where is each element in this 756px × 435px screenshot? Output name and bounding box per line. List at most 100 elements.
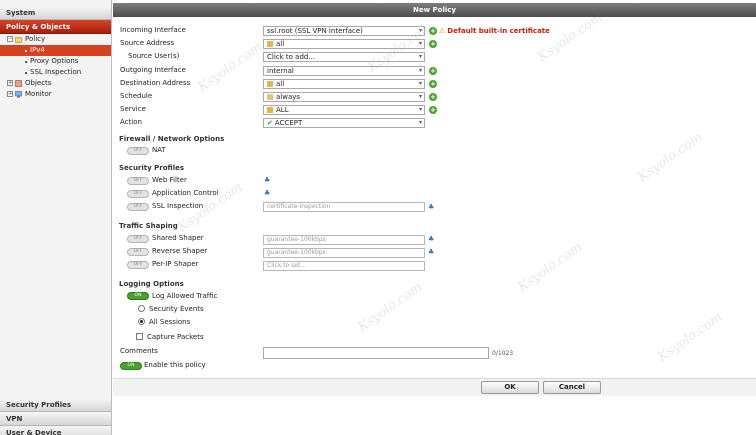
nav-security-profiles[interactable]: Security Profiles [0,398,111,412]
logging-section-title: Logging Options [119,280,184,288]
source-address-select[interactable]: all ▾ [263,39,425,49]
enable-policy-label: Enable this policy [144,361,206,369]
select-value: all [276,80,285,88]
select-value: all [276,40,285,48]
profile-icon: ♣ [264,189,271,197]
tree-item-proxy-options[interactable]: Proxy Options [0,56,111,67]
collapse-icon[interactable]: − [7,36,13,42]
check-icon: ✔ [267,119,273,127]
per-ip-shaper-field[interactable]: Click to set... [263,261,425,271]
shared-shaper-toggle[interactable]: OFF [127,235,149,243]
edit-shaper-icon[interactable]: ♣ [428,235,436,243]
ssl-inspection-toggle[interactable]: OFF [127,203,149,211]
address-icon [267,41,273,47]
web-filter-label: Web Filter [152,176,187,184]
service-icon [267,107,273,113]
per-ip-shaper-toggle[interactable]: OFF [127,261,149,269]
edit-shaper-icon[interactable]: ♣ [428,248,436,256]
security-events-label: Security Events [149,305,204,313]
dropdown-arrow-icon: ▾ [418,80,422,87]
source-users-label: Source User(s) [128,52,180,60]
security-events-radio[interactable] [138,305,145,312]
expand-icon[interactable]: + [7,80,13,86]
tree-item-label: Monitor [25,90,52,98]
shared-shaper-field[interactable]: guarantee-100kbps [263,235,425,245]
schedule-label: Schedule [120,92,153,100]
expand-icon[interactable]: + [7,91,13,97]
incoming-interface-label: Incoming Interface [120,26,186,34]
schedule-icon [267,94,273,100]
reverse-shaper-label: Reverse Shaper [152,247,208,255]
comments-counter: 0/1023 [492,350,514,357]
tree-item-ssl-inspection[interactable]: SSL Inspection [0,67,111,78]
tree-item-policy[interactable]: − Policy [0,34,111,45]
warning-icon: ⚠ [439,27,446,35]
monitor-icon [15,91,22,98]
add-icon[interactable]: + [429,106,437,114]
web-filter-toggle[interactable]: OFF [127,177,149,185]
dialog-title: New Policy [113,3,756,17]
ok-button[interactable]: OK [481,381,539,394]
dropdown-arrow-icon: ▾ [418,119,422,126]
new-policy-dialog: New Policy Incoming Interface Source Add… [113,0,756,435]
comments-textarea[interactable] [263,347,489,359]
cancel-button[interactable]: Cancel [543,381,601,394]
bullet-icon [25,72,27,74]
tree-item-label: SSL Inspection [30,68,82,76]
firewall-section-title: Firewall / Network Options [119,135,225,143]
add-icon[interactable]: + [429,67,437,75]
traffic-shaping-section-title: Traffic Shaping [119,222,178,230]
add-icon[interactable]: + [429,93,437,101]
select-value: ACCEPT [274,119,303,127]
schedule-select[interactable]: always ▾ [263,92,425,102]
reverse-shaper-field[interactable]: guarantee-100kbps [263,248,425,258]
source-users-select[interactable]: Click to add... ▾ [263,52,425,62]
ssl-inspection-label: SSL Inspection [152,202,204,210]
nav-system[interactable]: System [0,6,111,20]
action-select[interactable]: ✔ ACCEPT ▾ [263,118,425,128]
log-allowed-label: Log Allowed Traffic [152,292,218,300]
edit-profile-icon[interactable]: ♣ [428,203,436,211]
enable-policy-toggle[interactable]: ON [120,362,142,370]
service-select[interactable]: ALL ▾ [263,105,425,115]
tree-item-label: Proxy Options [30,57,79,65]
tree-item-ipv4[interactable]: IPv4 [0,45,111,56]
nav-vpn[interactable]: VPN [0,412,111,426]
tree-item-objects[interactable]: + Objects [0,78,111,89]
nav-user-device[interactable]: User & Device [0,426,111,435]
add-icon[interactable]: + [429,27,437,35]
all-sessions-radio[interactable] [138,318,145,325]
add-icon[interactable]: + [429,80,437,88]
nav-tree: − Policy IPv4 Proxy Options SSL Inspecti… [0,34,111,100]
dropdown-arrow-icon: ▾ [418,40,422,47]
watermark: Ksyolo.com [635,129,706,186]
application-control-toggle[interactable]: OFF [127,190,149,198]
dropdown-arrow-icon: ▾ [418,67,422,74]
tree-item-monitor[interactable]: + Monitor [0,89,111,100]
outgoing-interface-select[interactable]: internal ▾ [263,66,425,76]
nav-policy-objects[interactable]: Policy & Objects [0,20,111,34]
watermark: Ksyolo.com [355,279,426,336]
select-value: always [276,93,301,101]
log-allowed-toggle[interactable]: ON [127,292,149,300]
reverse-shaper-toggle[interactable]: OFF [127,248,149,256]
dialog-button-bar [113,378,756,396]
add-icon[interactable]: + [429,40,437,48]
capture-packets-checkbox[interactable] [136,333,143,340]
outgoing-interface-label: Outgoing Interface [120,66,186,74]
ssl-inspection-field[interactable]: certificate-inspection [263,202,425,212]
incoming-interface-select[interactable]: ssl.root (SSL VPN interface) ▾ [263,26,425,36]
dropdown-arrow-icon: ▾ [418,93,422,100]
comments-label: Comments [120,347,158,355]
nat-toggle[interactable]: OFF [127,147,149,155]
capture-packets-label: Capture Packets [147,333,204,341]
select-value: ssl.root (SSL VPN interface) [267,27,363,35]
objects-icon [15,80,22,87]
destination-address-select[interactable]: all ▾ [263,79,425,89]
profile-icon: ♣ [264,176,271,184]
tree-item-label: IPv4 [30,46,45,54]
select-value: Click to add... [267,53,316,61]
select-value: internal [267,67,294,75]
dropdown-arrow-icon: ▾ [418,106,422,113]
per-ip-shaper-label: Per-IP Shaper [152,260,199,268]
